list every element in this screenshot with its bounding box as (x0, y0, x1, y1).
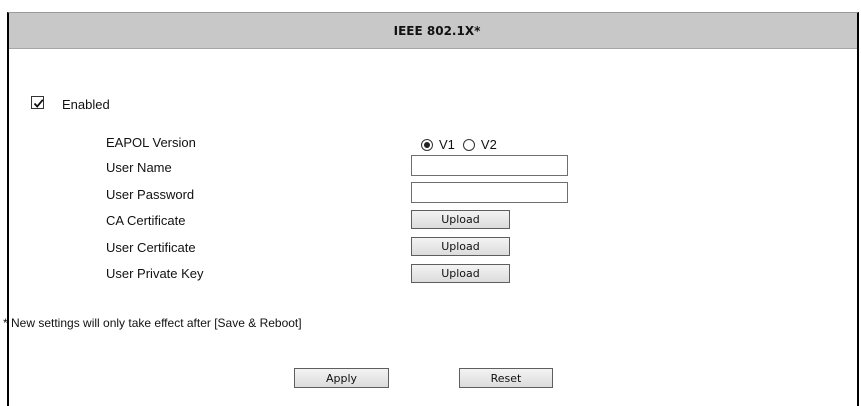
enabled-row: Enabled (31, 93, 110, 112)
ca-certificate-label: CA Certificate (106, 213, 186, 228)
reset-button[interactable]: Reset (459, 368, 553, 388)
ieee-8021x-settings-panel: IEEE 802.1X* Enabled EAPOL Version V1 V2… (3, 12, 859, 406)
user-password-label: User Password (106, 187, 195, 202)
user-private-key-label: User Private Key (106, 266, 204, 281)
enabled-label: Enabled (62, 96, 110, 112)
user-certificate-label: User Certificate (106, 240, 196, 255)
reboot-notice: * New settings will only take effect aft… (3, 316, 302, 330)
eapol-v1-label: V1 (439, 137, 455, 152)
eapol-v2-radio[interactable] (462, 138, 475, 151)
user-name-input[interactable] (411, 155, 568, 176)
user-certificate-upload-button[interactable]: Upload (411, 237, 510, 256)
eapol-v2-label: V2 (480, 137, 497, 152)
panel-header: IEEE 802.1X* (9, 13, 857, 49)
panel-title: IEEE 802.1X* (393, 23, 481, 38)
eapol-version-radio-group: V1 V2 (421, 137, 505, 152)
apply-button[interactable]: Apply (294, 368, 389, 388)
user-name-label: User Name (106, 160, 172, 175)
eapol-version-label: EAPOL Version (106, 135, 196, 150)
eapol-v1-radio[interactable] (421, 138, 433, 151)
checkmark-icon (33, 98, 44, 108)
ca-certificate-upload-button[interactable]: Upload (411, 210, 510, 229)
enabled-checkbox[interactable] (31, 95, 44, 109)
user-password-input[interactable] (411, 182, 568, 203)
user-private-key-upload-button[interactable]: Upload (411, 264, 510, 283)
